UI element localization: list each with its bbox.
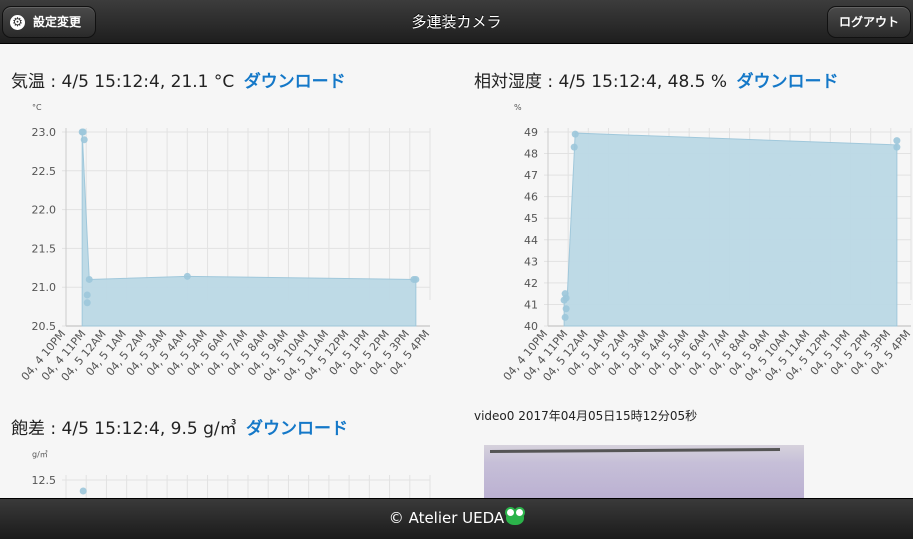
data-point — [79, 487, 87, 495]
temperature-reading: 気温 : 4/5 15:12:4, 21.1 °C — [11, 72, 235, 92]
data-point — [79, 128, 87, 136]
humidity-reading: 相対湿度 : 4/5 15:12:4, 48.5 % — [474, 72, 728, 92]
data-point — [83, 299, 91, 307]
frog-icon — [505, 507, 526, 525]
temperature-download-link[interactable]: ダウンロード — [244, 72, 346, 92]
y-unit-label: °C — [32, 103, 42, 112]
deficit-chart: g/㎥ 12.5 — [32, 450, 431, 539]
deficit-title: 飽差 : 4/5 15:12:4, 9.5 g/㎥ ダウンロード — [11, 414, 348, 439]
y-tick-label: 42 — [524, 277, 538, 290]
data-point — [562, 305, 570, 313]
data-point — [85, 275, 93, 283]
y-tick-label: 22.5 — [32, 165, 57, 178]
data-point — [893, 143, 901, 151]
logout-button[interactable]: ログアウト — [827, 6, 911, 38]
data-point — [571, 130, 579, 138]
y-tick-label: 12.5 — [32, 474, 57, 487]
data-point — [412, 275, 420, 283]
y-tick-label: 43 — [524, 255, 538, 268]
area-series — [81, 131, 417, 327]
y-tick-label: 21.5 — [32, 242, 57, 255]
video-frame[interactable] — [484, 445, 804, 505]
data-point — [561, 313, 569, 321]
humidity-title: 相対湿度 : 4/5 15:12:4, 48.5 % ダウンロード — [474, 67, 838, 92]
data-point — [893, 137, 901, 145]
header-bar: ⚙ 設定変更 多連装カメラ ログアウト — [0, 0, 913, 44]
temperature-title: 気温 : 4/5 15:12:4, 21.1 °C ダウンロード — [11, 67, 346, 92]
data-point — [183, 272, 191, 280]
y-tick-label: 23.0 — [32, 126, 57, 139]
y-tick-label: 47 — [524, 169, 538, 182]
data-point — [83, 291, 91, 299]
y-tick-label: 21.0 — [32, 281, 57, 294]
y-tick-label: 41 — [524, 298, 538, 311]
temperature-chart: °C20.521.021.522.022.523.004, 4 10PM04, … — [19, 103, 433, 384]
deficit-download-link[interactable]: ダウンロード — [246, 419, 348, 439]
data-point — [570, 143, 578, 151]
video-label: video0 2017年04月05日15時12分05秒 — [474, 409, 698, 423]
y-tick-label: 20.5 — [32, 320, 57, 333]
y-tick-label: 45 — [524, 212, 538, 225]
area-series — [563, 132, 898, 327]
humidity-chart: %4041424344454647484904, 4 10PM04, 4 11P… — [501, 103, 913, 384]
y-tick-label: 48 — [524, 148, 538, 161]
y-tick-label: 44 — [524, 234, 538, 247]
y-tick-label: 49 — [524, 126, 538, 139]
humidity-download-link[interactable]: ダウンロード — [736, 72, 838, 92]
footer: © Atelier UEDA — [0, 498, 913, 539]
data-point — [80, 136, 88, 144]
deficit-reading: 飽差 : 4/5 15:12:4, 9.5 g/㎥ — [11, 419, 237, 439]
y-unit-label: % — [514, 103, 522, 112]
page-title: 多連装カメラ — [411, 13, 502, 31]
video-content — [489, 447, 781, 454]
y-unit-label: g/㎥ — [32, 450, 48, 459]
y-tick-label: 22.0 — [32, 204, 57, 217]
y-tick-label: 40 — [524, 320, 538, 333]
y-tick-label: 46 — [524, 191, 538, 204]
data-point — [562, 294, 570, 302]
footer-copyright: © Atelier UEDA — [388, 509, 505, 527]
